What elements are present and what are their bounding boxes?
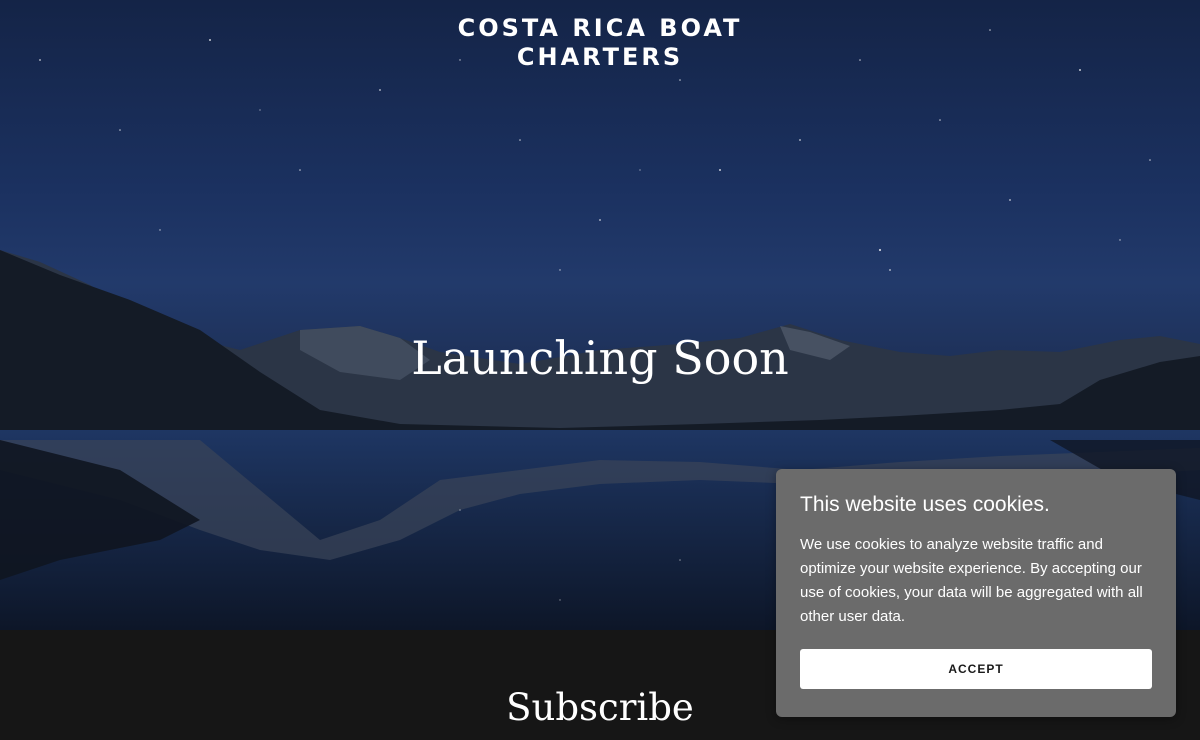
- page: COSTA RICA BOAT CHARTERS Launching Soon …: [0, 0, 1200, 740]
- accept-cookies-button[interactable]: ACCEPT: [800, 649, 1152, 689]
- site-title[interactable]: COSTA RICA BOAT CHARTERS: [0, 14, 1200, 72]
- site-title-text[interactable]: COSTA RICA BOAT CHARTERS: [440, 14, 760, 72]
- launching-soon-heading: Launching Soon: [411, 331, 789, 385]
- cookie-consent-banner: This website uses cookies. We use cookie…: [776, 469, 1176, 717]
- cookie-banner-message: We use cookies to analyze website traffi…: [800, 536, 1143, 625]
- cookie-banner-title: This website uses cookies.: [800, 493, 1050, 516]
